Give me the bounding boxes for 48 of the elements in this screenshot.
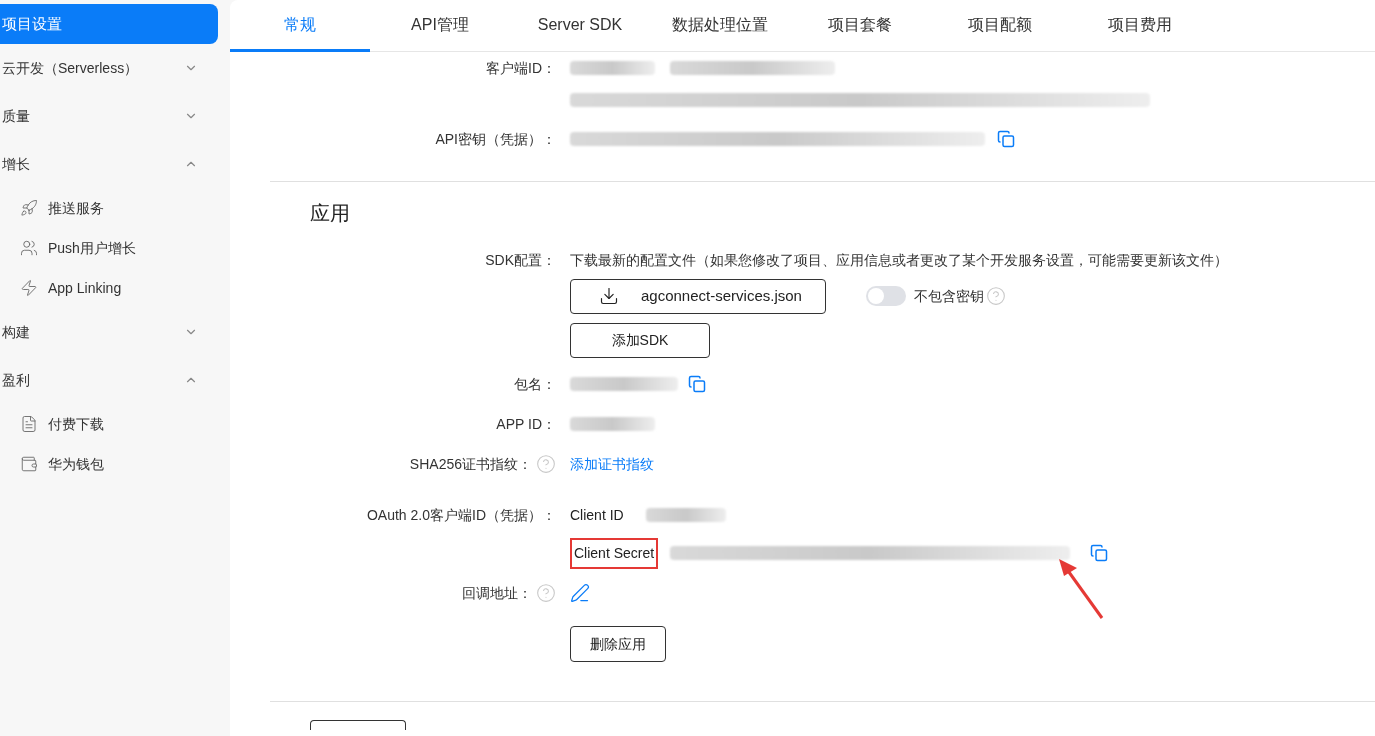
- sidebar-subitem[interactable]: 推送服务: [0, 188, 218, 228]
- field-label: 客户端ID：: [486, 58, 556, 78]
- copy-icon[interactable]: [997, 130, 1015, 148]
- client-secret-label: Client Secret: [570, 537, 659, 569]
- field-label: SDK配置：: [485, 250, 556, 270]
- tab[interactable]: 数据处理位置: [650, 0, 790, 52]
- menu-icon: [20, 239, 38, 257]
- tab[interactable]: 项目费用: [1070, 0, 1210, 52]
- client-id-label: Client ID: [570, 505, 624, 525]
- download-button[interactable]: agconnect-services.json: [570, 278, 826, 314]
- tab[interactable]: API管理: [370, 0, 510, 52]
- tab[interactable]: 项目配额: [930, 0, 1070, 52]
- copy-icon[interactable]: [688, 375, 706, 393]
- field-label: API密钥（凭据）：: [435, 129, 556, 149]
- sidebar-subitem[interactable]: App Linking: [0, 268, 218, 308]
- sidebar-group[interactable]: 云开发（Serverless）: [0, 44, 218, 92]
- tab[interactable]: 项目套餐: [790, 0, 930, 52]
- menu-icon: [20, 455, 38, 473]
- field-label: 包名：: [514, 374, 556, 394]
- toggle-label: 不包含密钥: [914, 286, 984, 306]
- pointer-arrow: [1056, 556, 1106, 622]
- field-label: APP ID：: [496, 414, 556, 434]
- sidebar-group[interactable]: 增长: [0, 140, 218, 188]
- sidebar-subitem[interactable]: 付费下载: [0, 404, 218, 444]
- sidebar-group[interactable]: 质量: [0, 92, 218, 140]
- menu-icon: [20, 199, 38, 217]
- toggle-switch[interactable]: [866, 286, 906, 306]
- tab[interactable]: 常规: [230, 0, 370, 52]
- menu-icon: [20, 279, 38, 297]
- sidebar-group[interactable]: 构建: [0, 308, 218, 356]
- edit-icon[interactable]: [570, 583, 590, 603]
- field-label: 回调地址：: [462, 583, 532, 603]
- add-fingerprint-link[interactable]: 添加证书指纹: [570, 453, 654, 475]
- copy-icon[interactable]: [1090, 544, 1109, 562]
- section-title: 应用: [309, 201, 351, 226]
- sidebar-subitem[interactable]: 华为钱包: [0, 444, 218, 484]
- sidebar-subitem[interactable]: Push用户增长: [0, 228, 218, 268]
- add-sdk-button[interactable]: 添加SDK: [570, 322, 710, 358]
- sdk-description: 下载最新的配置文件（如果您修改了项目、应用信息或者更改了某个开发服务设置，可能需要更新该文件）: [570, 250, 1228, 270]
- menu-icon: [20, 415, 38, 433]
- delete-app-button[interactable]: 删除应用: [570, 626, 666, 662]
- download-icon: [599, 286, 619, 306]
- sidebar-group[interactable]: 盈利: [0, 356, 218, 404]
- field-label: SHA256证书指纹：: [409, 454, 532, 474]
- partial-button[interactable]: [310, 720, 406, 730]
- sidebar-item[interactable]: 项目设置: [0, 4, 218, 44]
- field-label: OAuth 2.0客户端ID（凭据）：: [366, 505, 556, 525]
- tab[interactable]: Server SDK: [510, 0, 650, 52]
